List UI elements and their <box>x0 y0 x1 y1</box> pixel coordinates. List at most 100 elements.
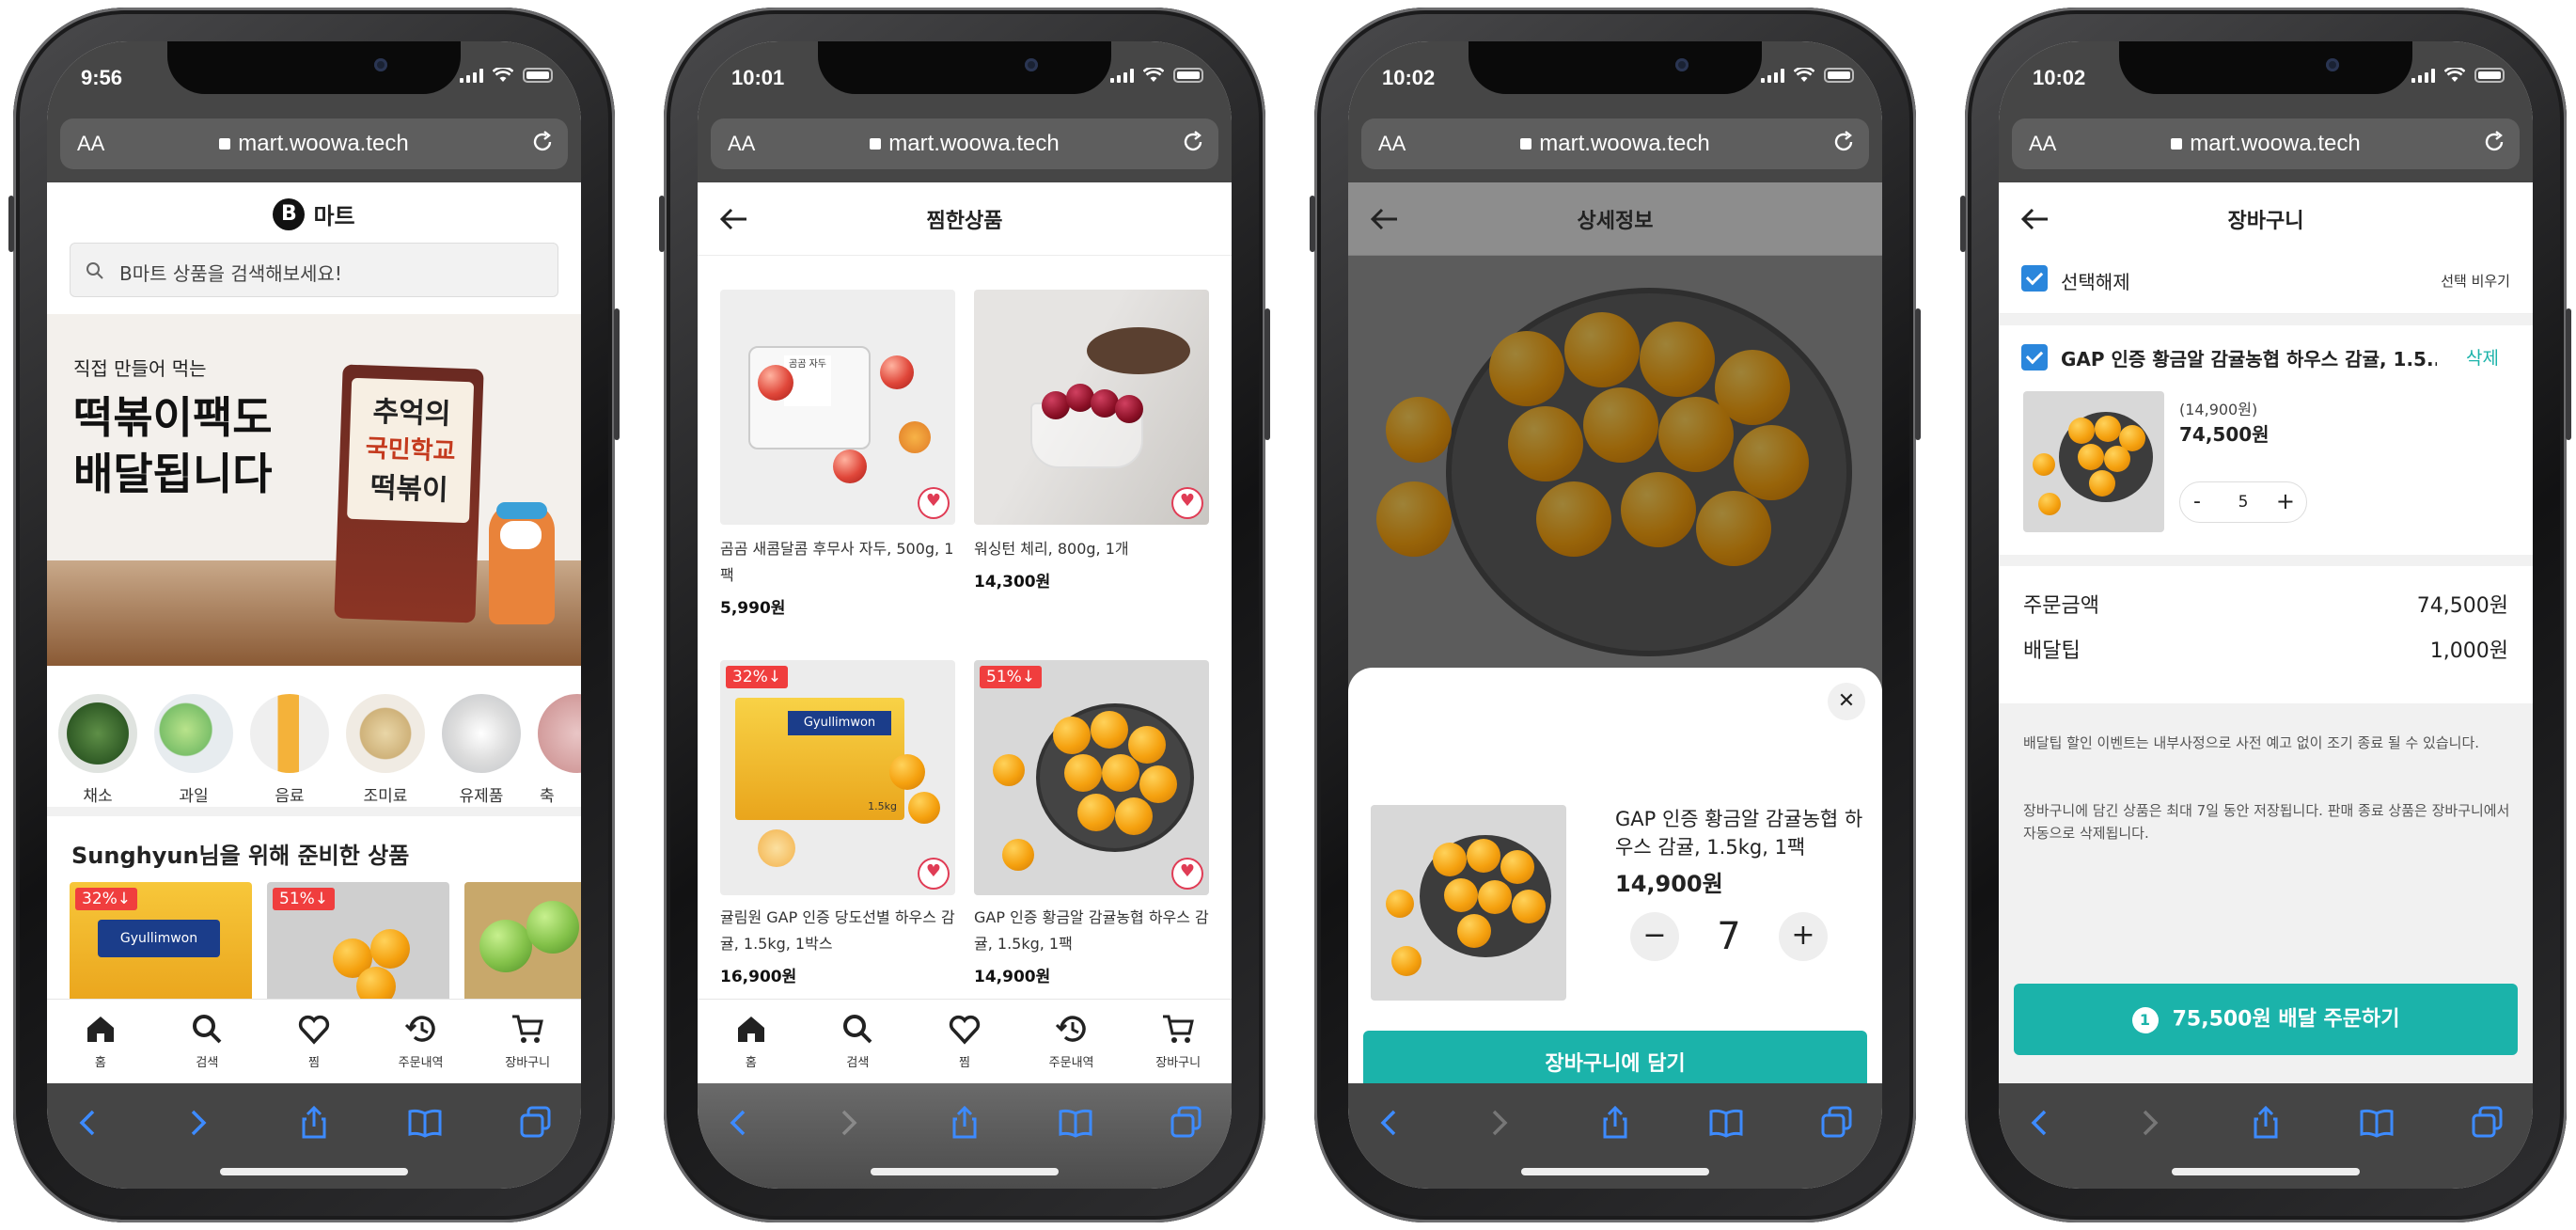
order-amount-label: 주문금액 <box>2023 594 2099 618</box>
promo-banner[interactable]: 직접 만들어 먹는 떡볶이팩도 배달됩니다 추억의 국민학교 떡볶이 <box>47 314 581 666</box>
wishlist-heart-icon[interactable] <box>919 489 948 517</box>
address-bar[interactable]: AA mart.woowa.tech <box>2012 118 2520 169</box>
bookmarks-icon[interactable] <box>2358 1104 2395 1142</box>
forward-icon[interactable] <box>829 1104 867 1142</box>
box-brand-label: Gyullimwon <box>788 711 891 735</box>
lock-icon <box>2171 138 2183 150</box>
recommend-product-image[interactable]: 51%↓ <box>267 882 449 1014</box>
url-text[interactable]: mart.woowa.tech <box>711 131 1218 157</box>
forward-icon[interactable] <box>179 1104 216 1142</box>
product-image[interactable]: 곰곰 자두 <box>720 290 955 525</box>
tabs-icon[interactable] <box>1168 1104 1205 1142</box>
delivery-tip-value: 1,000원 <box>2429 639 2508 663</box>
tab-orders[interactable]: 주문내역 <box>1018 1000 1125 1083</box>
tab-home[interactable]: 홈 <box>47 1000 154 1083</box>
share-icon[interactable] <box>946 1104 983 1142</box>
orange-illustration <box>1139 765 1177 803</box>
tabs-icon[interactable] <box>1818 1104 1856 1142</box>
address-bar[interactable]: AA mart.woowa.tech <box>711 118 1218 169</box>
clear-selected-button[interactable]: 선택 비우기 <box>2441 271 2510 291</box>
tab-search[interactable]: 검색 <box>154 1000 261 1083</box>
share-icon[interactable] <box>1596 1104 1634 1142</box>
tab-home[interactable]: 홈 <box>698 1000 805 1083</box>
orange-illustration <box>1457 914 1491 948</box>
address-bar[interactable]: AA mart.woowa.tech <box>60 118 568 169</box>
category-label: 채소 <box>83 787 113 806</box>
category-seasoning-image[interactable] <box>346 694 425 773</box>
close-icon[interactable]: ✕ <box>1828 683 1865 720</box>
cart-item-image <box>2023 391 2164 532</box>
product-image[interactable]: 51%↓ <box>974 660 1209 895</box>
quantity-increase-button[interactable]: + <box>2276 488 2295 514</box>
share-icon[interactable] <box>295 1104 333 1142</box>
back-icon[interactable] <box>1371 1104 1408 1142</box>
tab-wishlist[interactable]: 찜 <box>260 1000 368 1083</box>
wishlist-heart-icon[interactable] <box>919 859 948 888</box>
tab-wishlist[interactable]: 찜 <box>911 1000 1018 1083</box>
orange-illustration <box>1500 850 1534 884</box>
order-button[interactable]: 1 75,500원 배달 주문하기 <box>2014 984 2518 1055</box>
home-indicator <box>2172 1168 2360 1175</box>
tab-cart[interactable]: 장바구니 <box>474 1000 581 1083</box>
wishlist-heart-icon[interactable] <box>1173 489 1202 517</box>
reload-icon[interactable] <box>530 130 555 154</box>
plum-illustration <box>758 365 793 401</box>
add-to-cart-button[interactable]: 장바구니에 담기 <box>1363 1031 1867 1083</box>
recommend-product-image[interactable]: 32%↓ Gyullimwon <box>70 882 252 1014</box>
tteokbokki-pack: 추억의 국민학교 떡볶이 <box>334 364 484 623</box>
reload-icon[interactable] <box>1181 130 1205 154</box>
cart-item-checkbox[interactable] <box>2021 344 2048 371</box>
url-text[interactable]: mart.woowa.tech <box>1361 131 1869 157</box>
forward-icon[interactable] <box>1480 1104 1517 1142</box>
share-icon[interactable] <box>2247 1104 2285 1142</box>
category-vegetable-image[interactable] <box>58 694 137 773</box>
deselect-label[interactable]: 선택해제 <box>2061 267 2130 294</box>
cart-item-name: GAP 인증 황금알 감귤농협 하우스 감귤, 1.5... <box>2061 348 2437 371</box>
bookmarks-icon[interactable] <box>1707 1104 1745 1142</box>
recommend-title: Sunghyun님을 위해 준비한 상품 <box>71 837 409 870</box>
product-image[interactable] <box>974 290 1209 525</box>
phone-cart: 10:02 AA mart.woowa.tech 장바구니 선택해제 선택 비우… <box>1960 8 2571 1222</box>
search-input[interactable]: B마트 상품을 검색해보세요! <box>70 243 558 297</box>
back-icon[interactable] <box>2021 1104 2059 1142</box>
wishlist-heart-icon[interactable] <box>1173 859 1202 888</box>
tabs-icon[interactable] <box>2469 1104 2506 1142</box>
page-header: 상세정보 <box>1348 182 1882 256</box>
camera-icon <box>1025 58 1038 71</box>
bookmarks-icon[interactable] <box>1057 1104 1094 1142</box>
cart-item: GAP 인증 황금알 감귤농협 하우스 감귤, 1.5... 삭제 (14,90… <box>1999 325 2533 555</box>
select-all-checkbox[interactable] <box>2021 265 2048 292</box>
screen: 10:02 AA mart.woowa.tech 장바구니 선택해제 선택 비우… <box>1999 41 2533 1189</box>
delete-button[interactable]: 삭제 <box>2466 344 2499 370</box>
tab-orders[interactable]: 주문내역 <box>368 1000 475 1083</box>
apple-illustration <box>479 920 532 972</box>
back-icon[interactable] <box>720 1104 758 1142</box>
category-drink-image[interactable] <box>250 694 329 773</box>
url-text[interactable]: mart.woowa.tech <box>60 131 568 157</box>
search-icon <box>843 1015 872 1044</box>
banner-subtitle: 직접 만들어 먹는 <box>73 357 207 380</box>
recommend-product-image[interactable] <box>464 882 581 1014</box>
quantity-decrease-button[interactable]: − <box>1630 912 1679 961</box>
url-text[interactable]: mart.woowa.tech <box>2012 131 2520 157</box>
pack-line2: 국민학교 <box>365 434 456 466</box>
forward-icon[interactable] <box>2130 1104 2168 1142</box>
category-fruit-image[interactable] <box>154 694 233 773</box>
reload-icon[interactable] <box>1831 130 1856 154</box>
notch <box>1469 41 1762 94</box>
product-image[interactable]: 32%↓ Gyullimwon 1.5kg <box>720 660 955 895</box>
address-bar[interactable]: AA mart.woowa.tech <box>1361 118 1869 169</box>
bookmarks-icon[interactable] <box>406 1104 444 1142</box>
modal-product-image <box>1371 805 1566 1001</box>
quantity-increase-button[interactable]: + <box>1779 912 1828 961</box>
tabs-icon[interactable] <box>517 1104 555 1142</box>
pack-line3: 떡볶이 <box>369 471 449 508</box>
category-dairy-image[interactable] <box>442 694 521 773</box>
reload-icon[interactable] <box>2482 130 2506 154</box>
unit-price: (14,900원) <box>2179 401 2258 418</box>
back-icon[interactable] <box>70 1104 107 1142</box>
tab-search[interactable]: 검색 <box>805 1000 912 1083</box>
category-livestock-image[interactable] <box>538 694 581 773</box>
tab-cart[interactable]: 장바구니 <box>1124 1000 1232 1083</box>
notch <box>167 41 461 94</box>
